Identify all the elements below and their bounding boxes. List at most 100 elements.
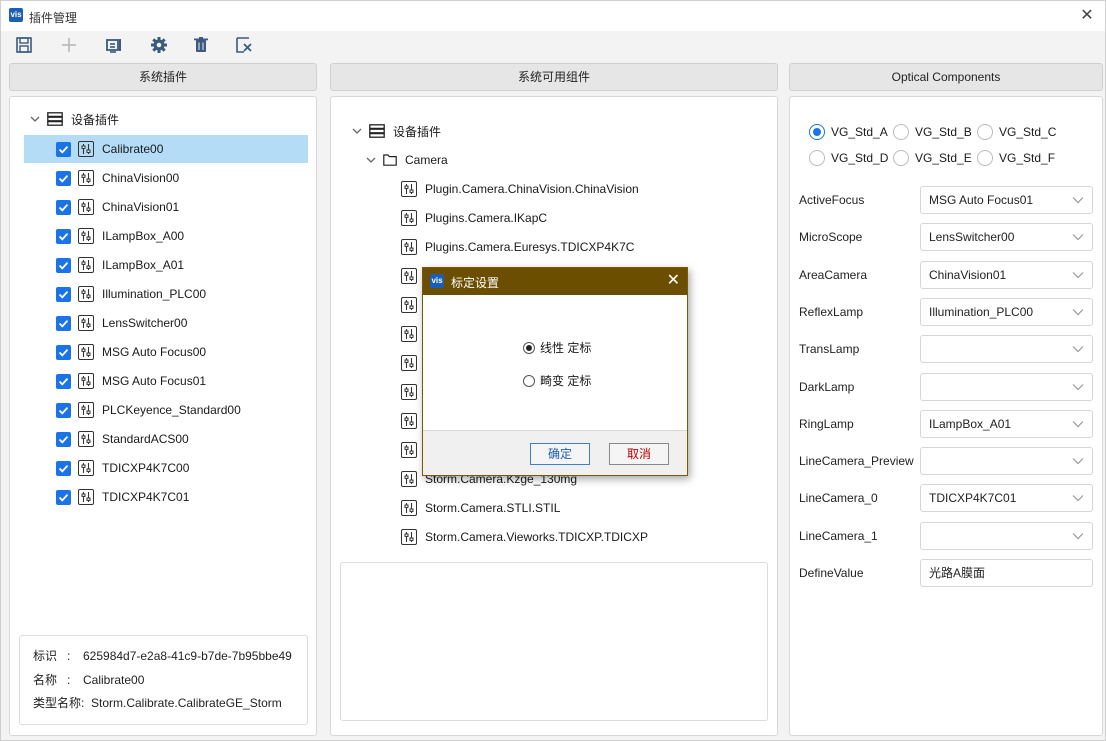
prop-select[interactable]	[920, 447, 1093, 476]
add-icon[interactable]	[57, 34, 81, 56]
checkbox-checked-icon[interactable]	[56, 402, 71, 418]
prop-label: ReflexLamp	[799, 304, 864, 319]
chevron-down-icon[interactable]	[29, 113, 41, 125]
ok-button[interactable]: 确定	[530, 443, 590, 465]
plugin-icon	[78, 141, 94, 157]
system-plugins-header[interactable]: 系统插件	[9, 63, 317, 91]
checkbox-checked-icon[interactable]	[56, 344, 71, 360]
plugin-item[interactable]: PLCKeyence_Standard00	[24, 396, 308, 424]
plugin-icon	[401, 355, 417, 371]
checkbox-checked-icon[interactable]	[56, 315, 71, 331]
plugin-item[interactable]: ChinaVision01	[24, 193, 308, 221]
prop-select[interactable]: LensSwitcher00	[920, 223, 1093, 252]
server-icon	[47, 112, 63, 126]
prop-select[interactable]: MSG Auto Focus01	[920, 186, 1093, 214]
info-name-row: 名称: Calibrate00	[33, 671, 144, 688]
clear-icon[interactable]	[232, 34, 256, 56]
plugin-icon	[401, 181, 417, 197]
mid-tree-folder-camera[interactable]: Camera	[365, 146, 448, 174]
mid-tree-root[interactable]: 设备插件	[351, 117, 441, 145]
radio-unchecked-icon	[893, 124, 909, 140]
title-bar: vis 插件管理 ✕	[1, 1, 1105, 31]
optical-config-radio[interactable]: VG_Std_B	[893, 124, 972, 140]
prop-select[interactable]	[920, 335, 1093, 364]
plugin-item[interactable]: TDICXP4K7C00	[24, 454, 308, 482]
prop-label: AreaCamera	[799, 267, 868, 282]
plugin-item[interactable]: ILampBox_A00	[24, 222, 308, 250]
cancel-button[interactable]: 取消	[609, 443, 669, 465]
component-item[interactable]: Storm.Camera.Vieworks.TDICXP.TDICXP	[401, 523, 648, 551]
info-id-sep: :	[67, 649, 71, 663]
checkbox-checked-icon[interactable]	[56, 257, 71, 273]
plugin-icon	[401, 471, 417, 487]
distortion-calibration-radio[interactable]: 畸变 定标	[523, 372, 591, 389]
chevron-down-icon[interactable]	[351, 125, 363, 137]
component-item[interactable]: Plugin.Camera.ChinaVision.ChinaVision	[401, 175, 639, 203]
plugin-item[interactable]: ILampBox_A01	[24, 251, 308, 279]
prop-select[interactable]: ILampBox_A01	[920, 409, 1093, 438]
toolbar	[1, 31, 1105, 59]
component-item-label: Storm.Camera.STLI.STIL	[425, 501, 561, 515]
checkbox-checked-icon[interactable]	[56, 431, 71, 447]
optical-config-radio[interactable]: VG_Std_D	[809, 150, 888, 166]
plugin-item[interactable]: MSG Auto Focus00	[24, 338, 308, 366]
info-type-value: Storm.Calibrate.CalibrateGE_Storm	[91, 696, 282, 710]
checkbox-checked-icon[interactable]	[56, 489, 71, 505]
chevron-down-icon	[1072, 532, 1084, 540]
checkbox-checked-icon[interactable]	[56, 199, 71, 215]
optical-config-radio[interactable]: VG_Std_A	[809, 124, 888, 140]
prop-select[interactable]: TDICXP4K7C01	[920, 484, 1093, 513]
device-icon[interactable]	[102, 34, 126, 56]
prop-label: MicroScope	[799, 230, 863, 245]
component-item[interactable]: Plugins.Camera.Euresys.TDICXP4K7C	[401, 233, 634, 261]
chevron-down-icon[interactable]	[365, 154, 377, 166]
plugin-icon	[401, 268, 417, 284]
optical-config-radio-label: VG_Std_E	[915, 151, 972, 165]
prop-select[interactable]: Illumination_PLC00	[920, 297, 1093, 326]
plugin-item[interactable]: StandardACS00	[24, 425, 308, 453]
plugin-icon	[78, 460, 94, 476]
checkbox-checked-icon[interactable]	[56, 228, 71, 244]
optical-components-header[interactable]: Optical Components	[789, 63, 1103, 91]
component-item[interactable]: Plugins.Camera.IKapC	[401, 204, 547, 232]
chevron-down-icon	[1072, 458, 1084, 465]
checkbox-checked-icon[interactable]	[56, 460, 71, 476]
close-icon[interactable]: ✕	[1077, 6, 1097, 26]
plugin-item[interactable]: MSG Auto Focus01	[24, 367, 308, 395]
optical-config-radio[interactable]: VG_Std_C	[977, 124, 1056, 140]
plugin-item[interactable]: ChinaVision00	[24, 164, 308, 192]
chevron-down-icon	[1072, 495, 1084, 502]
plugin-item[interactable]: LensSwitcher00	[24, 309, 308, 337]
dialog-title: 标定设置	[451, 276, 500, 290]
tree-root-device-plugins[interactable]: 设备插件	[29, 105, 299, 133]
prop-label: DarkLamp	[799, 379, 855, 394]
checkbox-checked-icon[interactable]	[56, 141, 71, 157]
distortion-calibration-label: 畸变 定标	[540, 374, 592, 388]
checkbox-checked-icon[interactable]	[56, 286, 71, 302]
plugin-item-label: MSG Auto Focus01	[102, 374, 207, 388]
gear-icon[interactable]	[147, 34, 171, 56]
radio-unchecked-icon	[893, 150, 909, 166]
close-icon[interactable]: ✕	[667, 271, 680, 291]
checkbox-checked-icon[interactable]	[56, 170, 71, 186]
optical-config-radio[interactable]: VG_Std_E	[893, 150, 972, 166]
define-value-input[interactable]: 光路A膜面	[920, 559, 1093, 587]
plugin-info-box: 标识:625984d7-e2a8-41c9-b7de-7b95bbe49 名称:…	[19, 635, 308, 725]
prop-select[interactable]	[920, 521, 1093, 550]
component-item[interactable]: Storm.Camera.STLI.STIL	[401, 494, 560, 522]
plugin-item[interactable]: Illumination_PLC00	[24, 280, 308, 308]
plugin-icon	[78, 286, 94, 302]
prop-select-value: ILampBox_A01	[929, 416, 1012, 431]
prop-select[interactable]	[920, 372, 1093, 401]
available-components-header[interactable]: 系统可用组件	[330, 63, 778, 91]
checkbox-checked-icon[interactable]	[56, 373, 71, 389]
plugin-item[interactable]: TDICXP4K7C01	[24, 483, 308, 511]
plugin-item[interactable]: Calibrate00	[24, 135, 308, 163]
trash-icon[interactable]	[189, 34, 213, 56]
optical-config-radio[interactable]: VG_Std_F	[977, 150, 1055, 166]
plugin-icon	[78, 402, 94, 418]
save-icon[interactable]	[12, 34, 36, 56]
prop-select[interactable]: ChinaVision01	[920, 260, 1093, 289]
mid-tree-root-label: 设备插件	[393, 124, 442, 139]
linear-calibration-radio[interactable]: 线性 定标	[523, 339, 591, 356]
